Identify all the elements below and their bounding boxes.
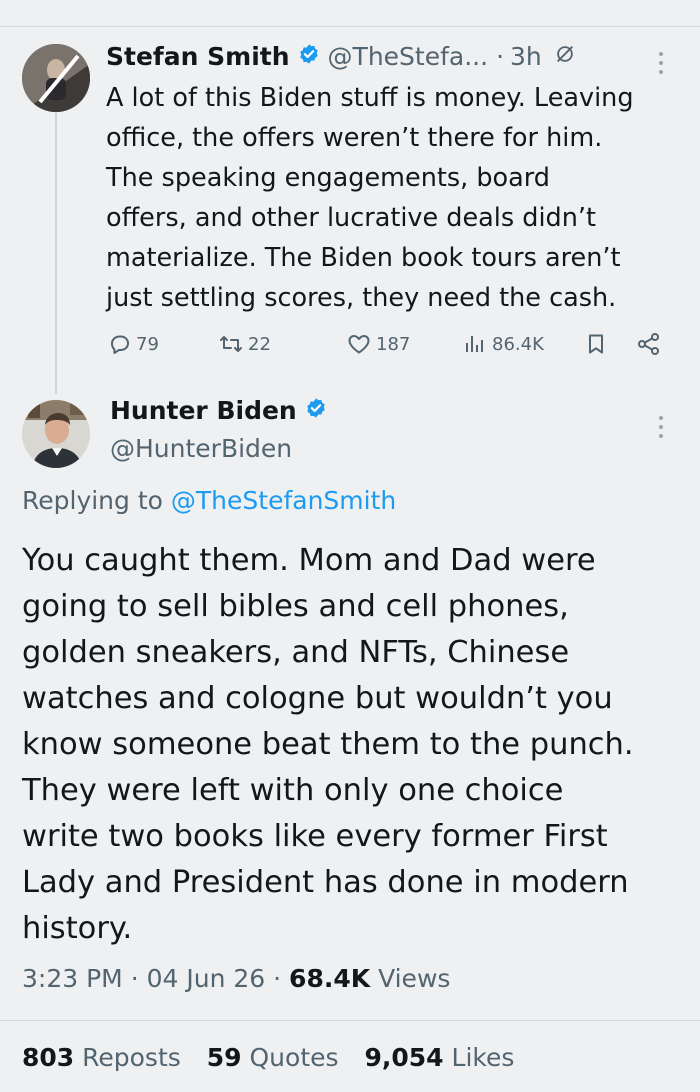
quotes-count: 59 xyxy=(206,1043,242,1072)
text-line: A lot of this Biden stuff is money. Leav… xyxy=(106,83,634,113)
views-button[interactable]: 86.4K xyxy=(462,332,544,356)
views-label: Views xyxy=(378,964,451,993)
dot-separator: · xyxy=(496,41,505,71)
quotes-stat[interactable]: 59 Quotes xyxy=(207,1043,339,1072)
tweet2-header: Hunter Biden xyxy=(110,396,335,425)
replying-prefix: Replying to xyxy=(22,486,163,515)
text-line: You caught them. Mom and Dad were xyxy=(22,543,596,578)
tweet-date[interactable]: 04 Jun 26 xyxy=(147,964,266,993)
tweet-metadata: 3:23 PM · 04 Jun 26 · 68.4K Views xyxy=(22,964,450,993)
like-icon xyxy=(348,335,370,354)
repost-button[interactable]: 22 xyxy=(218,332,271,356)
likes-label: Likes xyxy=(451,1043,515,1072)
text-line: materialize. The Biden book tours aren’t xyxy=(106,243,621,273)
dot-separator: · xyxy=(130,964,139,993)
views-count: 68.4K xyxy=(289,964,371,993)
repost-count: 22 xyxy=(248,333,271,355)
text-line: just settling scores, they need the cash… xyxy=(106,283,617,313)
replying-to: Replying to @TheStefanSmith xyxy=(22,486,396,515)
text-line: offers, and other lucrative deals didn’t xyxy=(106,203,597,233)
tweet2-text: You caught them. Mom and Dad were going … xyxy=(22,538,682,952)
likes-count: 9,054 xyxy=(364,1043,444,1072)
dot-separator: · xyxy=(273,964,282,993)
more-options-icon[interactable] xyxy=(655,50,667,76)
text-line: going to sell bibles and cell phones, xyxy=(22,589,569,624)
author-handle[interactable]: @HunterBiden xyxy=(110,434,292,463)
grok-icon[interactable] xyxy=(554,42,576,71)
avatar[interactable] xyxy=(22,44,90,112)
engagement-stats: 803 Reposts 59 Quotes 9,054 Likes xyxy=(22,1043,532,1072)
more-options-icon[interactable] xyxy=(655,414,667,440)
author-name[interactable]: Hunter Biden xyxy=(110,396,297,425)
repost-icon xyxy=(220,336,242,352)
text-line: Lady and President has done in modern xyxy=(22,865,629,900)
text-line: golden sneakers, and NFTs, Chinese xyxy=(22,635,570,670)
verified-badge-icon xyxy=(298,42,320,71)
text-line: They were left with only one choice xyxy=(22,773,564,808)
author-handle[interactable]: @TheStefa... xyxy=(328,42,489,71)
text-line: watches and cologne but wouldn’t you xyxy=(22,681,613,716)
tweet-time[interactable]: 3:23 PM xyxy=(22,964,123,993)
text-line: history. xyxy=(22,911,133,946)
like-count: 187 xyxy=(376,333,411,355)
top-divider xyxy=(0,26,700,27)
reply-count: 79 xyxy=(136,333,159,355)
views-count: 86.4K xyxy=(492,333,544,355)
tweet1-action-bar: 79 22 187 86.4K xyxy=(106,332,676,362)
reply-icon xyxy=(111,335,129,354)
bookmark-icon[interactable] xyxy=(584,332,612,356)
verified-badge-icon xyxy=(305,396,327,425)
likes-stat[interactable]: 9,054 Likes xyxy=(364,1043,514,1072)
text-line: The speaking engagements, board xyxy=(106,163,550,193)
like-button[interactable]: 187 xyxy=(346,332,410,356)
avatar[interactable] xyxy=(22,400,90,468)
text-line: write two books like every former First xyxy=(22,819,608,854)
text-line: know someone beat them to the punch. xyxy=(22,727,634,762)
text-line: office, the offers weren’t there for him… xyxy=(106,123,603,153)
views-icon xyxy=(466,336,483,352)
quotes-label: Quotes xyxy=(249,1043,339,1072)
share-icon[interactable] xyxy=(636,332,666,356)
reposts-count: 803 xyxy=(22,1043,75,1072)
reply-button[interactable]: 79 xyxy=(108,332,159,356)
tweet1-header: Stefan Smith @TheStefa... · 3h xyxy=(106,38,576,74)
reposts-stat[interactable]: 803 Reposts xyxy=(22,1043,181,1072)
thread-connector-line xyxy=(55,104,57,394)
author-name[interactable]: Stefan Smith xyxy=(106,42,290,71)
mention-link[interactable]: @TheStefanSmith xyxy=(171,486,396,515)
reposts-label: Reposts xyxy=(82,1043,181,1072)
stats-divider xyxy=(0,1020,700,1021)
tweet-time[interactable]: 3h xyxy=(510,42,542,71)
tweet1-text: A lot of this Biden stuff is money. Leav… xyxy=(106,78,691,318)
